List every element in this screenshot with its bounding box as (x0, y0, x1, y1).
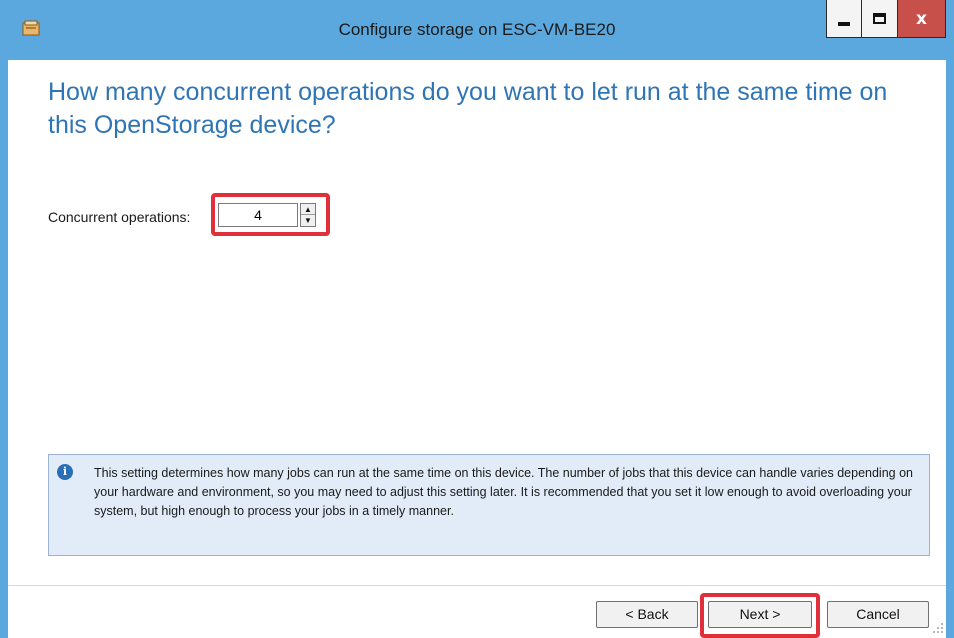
resize-grip-icon[interactable] (930, 620, 944, 634)
wizard-window: Configure storage on ESC-VM-BE20 x How m… (0, 0, 954, 638)
caret-down-icon: ▼ (304, 216, 312, 225)
cancel-button[interactable]: Cancel (827, 601, 929, 628)
concurrent-operations-input[interactable]: 4 (218, 203, 298, 227)
caret-up-icon: ▲ (304, 204, 312, 214)
stepper-down-button[interactable]: ▼ (301, 215, 315, 226)
close-button[interactable]: x (898, 0, 946, 38)
back-button[interactable]: < Back (596, 601, 698, 628)
footer-divider (8, 585, 946, 586)
concurrent-operations-stepper[interactable]: ▲ ▼ (300, 203, 316, 227)
minimize-icon (838, 21, 850, 26)
maximize-button[interactable] (862, 0, 898, 38)
close-icon: x (916, 8, 927, 29)
concurrent-operations-label: Concurrent operations: (48, 209, 191, 225)
info-panel: i This setting determines how many jobs … (48, 454, 930, 556)
title-bar[interactable]: Configure storage on ESC-VM-BE20 x (0, 0, 954, 60)
page-heading: How many concurrent operations do you wa… (48, 78, 888, 139)
stepper-up-button[interactable]: ▲ (301, 204, 315, 215)
next-button[interactable]: Next > (708, 601, 812, 628)
maximize-icon (873, 13, 886, 24)
window-title: Configure storage on ESC-VM-BE20 (338, 20, 616, 39)
info-icon: i (57, 464, 73, 480)
info-text: This setting determines how many jobs ca… (94, 466, 913, 518)
minimize-button[interactable] (826, 0, 862, 38)
wizard-content: How many concurrent operations do you wa… (8, 60, 946, 638)
